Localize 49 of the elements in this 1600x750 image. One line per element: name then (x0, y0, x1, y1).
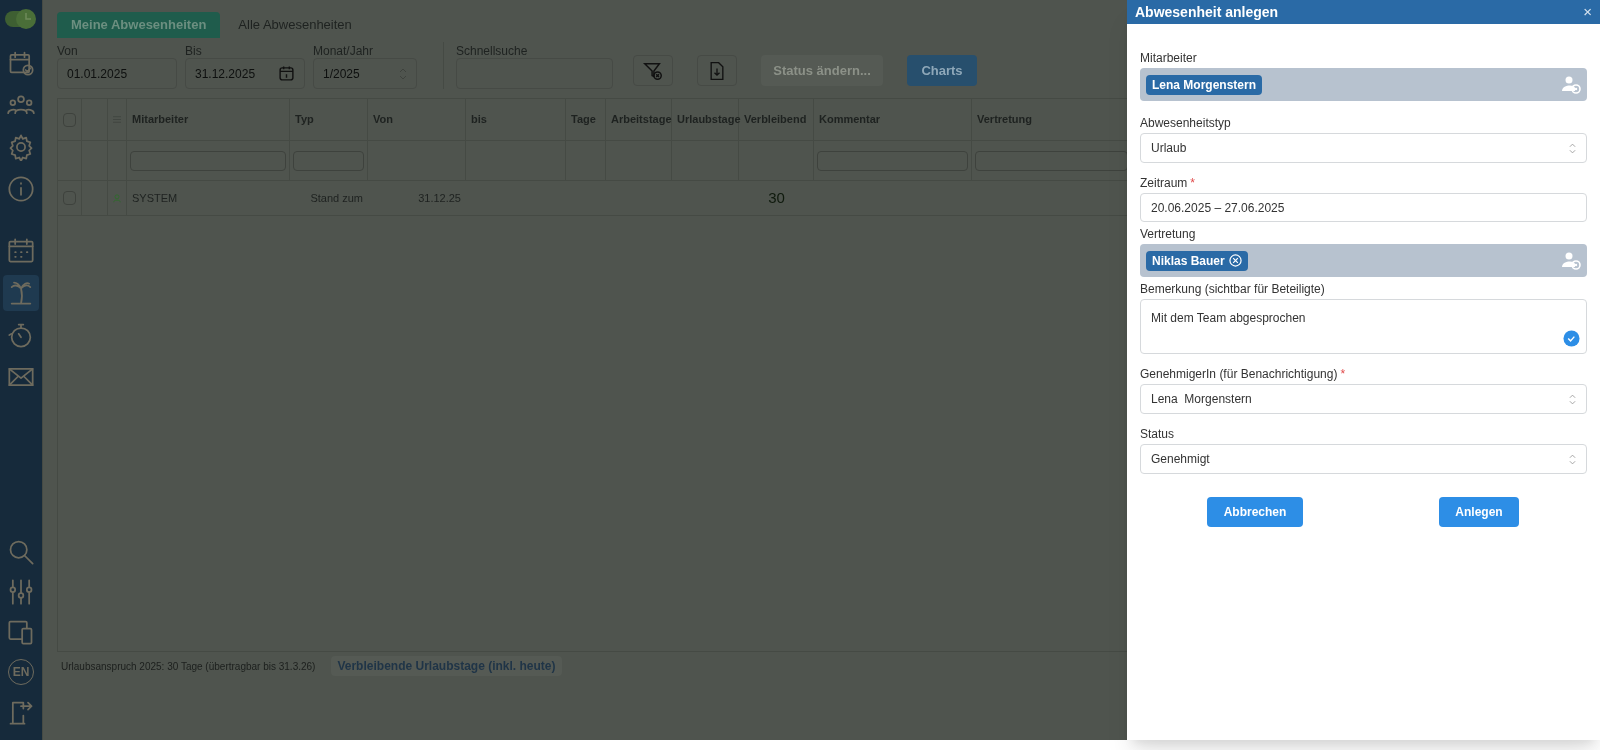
field-label: Status (1140, 426, 1175, 443)
add-person-icon (1561, 75, 1581, 94)
file-download-icon (708, 60, 726, 81)
dialog-title: Abwesenheit anlegen (1135, 2, 1279, 22)
input-field[interactable]: 01.01.2025 (57, 58, 177, 89)
tag-field[interactable]: Niklas Bauer (1140, 244, 1587, 277)
select-field[interactable]: Urlaub (1140, 133, 1587, 163)
input-field[interactable]: 20.06.2025 – 27.06.2025 (1140, 193, 1587, 222)
info-icon (7, 175, 35, 203)
nav-item[interactable] (3, 275, 39, 311)
dialog-button[interactable]: Abbrechen (1207, 497, 1303, 527)
calendar-check-icon (7, 49, 35, 77)
tag-field[interactable]: Lena Morgenstern (1140, 68, 1587, 101)
spinner-icon (1569, 453, 1576, 465)
search-icon (7, 538, 35, 566)
calendar-icon (278, 65, 295, 82)
field-label: GenehmigerIn (für Benachrichtigung) (1140, 366, 1338, 383)
export-button[interactable] (697, 55, 737, 86)
devices-icon (7, 618, 35, 646)
tab[interactable]: Meine Abwesenheiten (57, 12, 221, 38)
required-mark: * (1340, 366, 1346, 383)
person-icon (113, 191, 121, 205)
sliders-icon (7, 578, 35, 606)
tag[interactable]: Lena Morgenstern (1146, 74, 1262, 95)
toolbar-button[interactable]: Charts (907, 55, 977, 86)
field-label: Vertretung (1140, 226, 1196, 243)
field-label: Bemerkung (sichtbar für Beteiligte) (1140, 281, 1325, 298)
logo-icon (5, 8, 37, 30)
field-label: Mitarbeiter (1140, 50, 1197, 67)
input-field[interactable]: 31.12.2025 (185, 58, 305, 89)
tag[interactable]: Niklas Bauer (1146, 250, 1248, 271)
select-field[interactable]: Lena Morgenstern (1140, 384, 1587, 414)
required-mark: * (1190, 175, 1195, 192)
select-field[interactable]: Genehmigt (1140, 444, 1587, 474)
text-area[interactable]: Mit dem Team abgesprochen (1140, 299, 1587, 354)
check-badge-icon (1563, 330, 1580, 347)
add-person-icon (1561, 251, 1581, 270)
close-button[interactable]: × (1583, 0, 1592, 24)
input-field[interactable]: 1/2025 (313, 58, 417, 89)
spinner-icon (1569, 393, 1576, 405)
clear-filter-button[interactable] (633, 55, 673, 86)
field-label: Zeitraum (1140, 175, 1188, 192)
table-cell-text: 30 (768, 187, 785, 208)
remove-icon (1228, 254, 1242, 267)
field-label: Abwesenheitstyp (1140, 115, 1231, 132)
spinner-icon (1569, 142, 1576, 154)
settings-icon (7, 133, 35, 161)
dialog-button[interactable]: Anlegen (1439, 497, 1519, 527)
calendar-icon (7, 237, 35, 265)
